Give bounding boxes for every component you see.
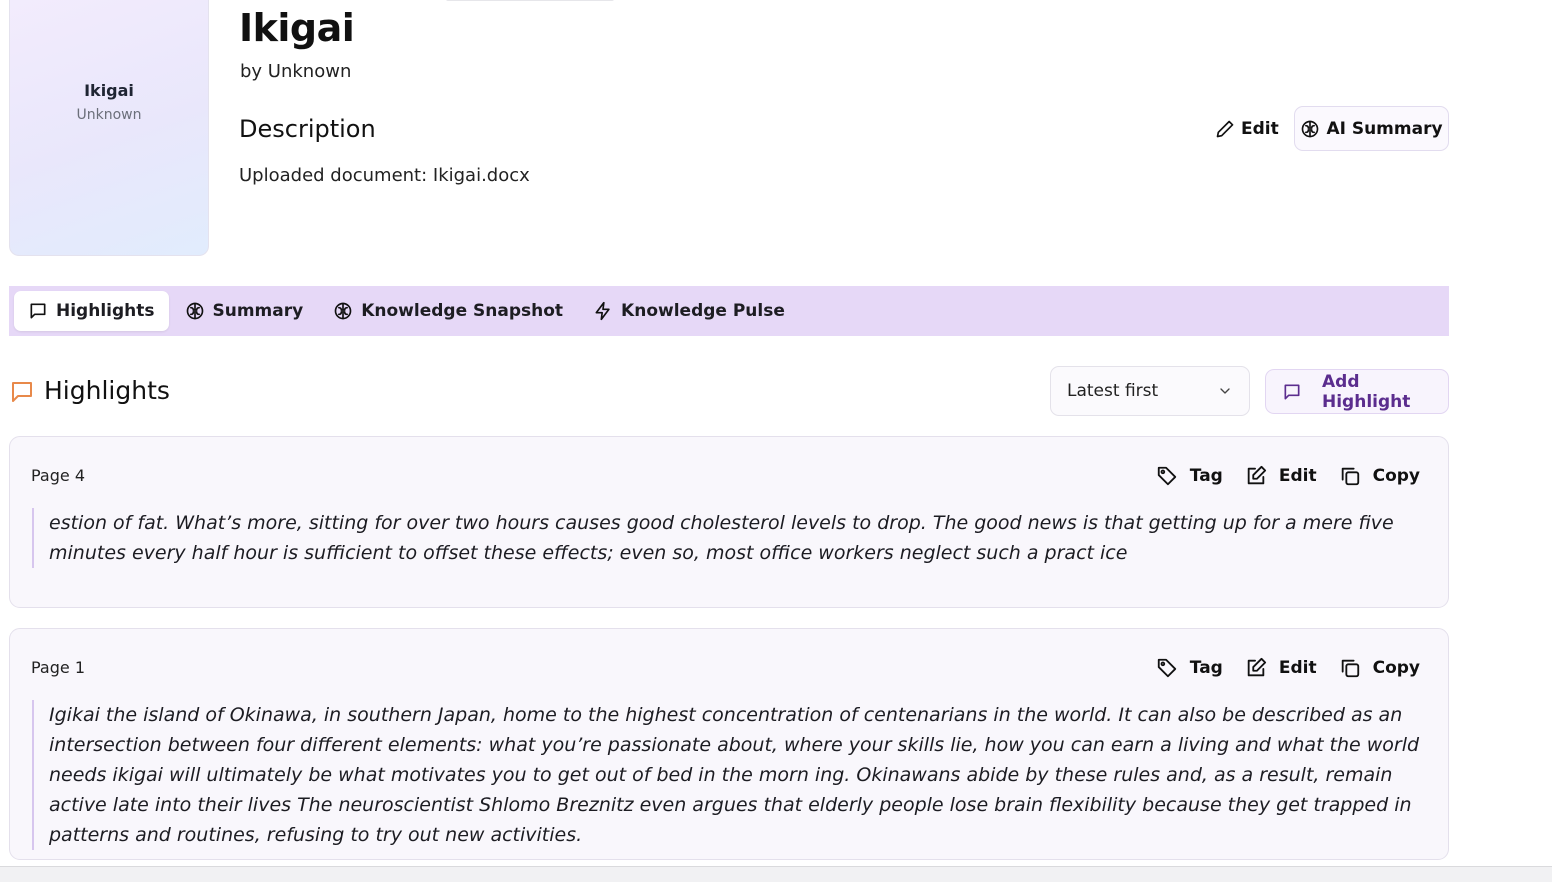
highlight-card: Page 1 Tag Edit Copy Igikai the island o… — [9, 628, 1449, 860]
sort-select-value: Latest first — [1067, 381, 1159, 401]
tag-button[interactable]: Tag — [1156, 465, 1223, 487]
highlights-section-title: Highlights — [44, 376, 170, 405]
edit-description-label: Edit — [1241, 119, 1279, 139]
message-square-icon — [10, 380, 34, 404]
highlight-page-number: Page 4 — [31, 466, 85, 485]
edit-label: Edit — [1278, 466, 1317, 486]
top-scroll-indicator — [446, 0, 614, 1]
edit-description-button[interactable]: Edit — [1205, 110, 1289, 148]
tab-knowledge-snapshot-label: Knowledge Snapshot — [361, 301, 564, 321]
brain-icon — [333, 301, 353, 321]
highlight-text: Igikai the island of Okinawa, in souther… — [32, 700, 1420, 850]
ai-summary-button[interactable]: AI Summary — [1294, 106, 1449, 151]
edit-highlight-button[interactable]: Edit — [1245, 657, 1317, 679]
tab-knowledge-pulse[interactable]: Knowledge Pulse — [579, 291, 799, 331]
highlight-actions: Tag Edit Copy — [1156, 465, 1420, 487]
copy-icon — [1339, 465, 1361, 487]
tab-highlights[interactable]: Highlights — [14, 291, 169, 331]
chevron-down-icon — [1217, 383, 1233, 399]
zap-icon — [593, 301, 613, 321]
copy-label: Copy — [1372, 466, 1420, 486]
edit-label: Edit — [1278, 658, 1317, 678]
message-square-icon — [1282, 382, 1302, 402]
tab-summary[interactable]: Summary — [171, 291, 318, 331]
tag-button[interactable]: Tag — [1156, 657, 1223, 679]
tab-highlights-label: Highlights — [56, 301, 155, 321]
sort-select[interactable]: Latest first — [1050, 366, 1250, 416]
tag-icon — [1156, 465, 1178, 487]
tab-summary-label: Summary — [212, 301, 304, 321]
brain-icon — [1300, 119, 1320, 139]
ai-summary-label: AI Summary — [1326, 118, 1443, 139]
book-author: by Unknown — [240, 61, 352, 82]
taskbar-edge — [0, 866, 1552, 882]
copy-icon — [1339, 657, 1361, 679]
copy-button[interactable]: Copy — [1339, 657, 1420, 679]
book-cover: Ikigai Unknown — [9, 0, 209, 256]
add-highlight-label: Add Highlight — [1322, 371, 1411, 412]
description-heading: Description — [239, 115, 376, 143]
tag-label: Tag — [1189, 658, 1223, 678]
brain-icon — [185, 301, 205, 321]
cover-author: Unknown — [76, 107, 142, 123]
pencil-icon — [1215, 119, 1235, 139]
edit-icon — [1245, 465, 1267, 487]
highlight-page-number: Page 1 — [31, 658, 85, 677]
book-title: Ikigai — [239, 6, 355, 50]
description-text: Uploaded document: Ikigai.docx — [239, 165, 530, 186]
tag-icon — [1156, 657, 1178, 679]
book-detail-page: Ikigai Unknown Ikigai by Unknown Descrip… — [0, 0, 1552, 882]
copy-button[interactable]: Copy — [1339, 465, 1420, 487]
highlight-text: estion of fat. What’s more, sitting for … — [32, 508, 1420, 568]
tag-label: Tag — [1189, 466, 1223, 486]
tab-knowledge-snapshot[interactable]: Knowledge Snapshot — [319, 291, 577, 331]
copy-label: Copy — [1372, 658, 1420, 678]
tab-bar: Highlights Summary Knowledge Snapshot Kn… — [9, 286, 1449, 336]
edit-icon — [1245, 657, 1267, 679]
edit-highlight-button[interactable]: Edit — [1245, 465, 1317, 487]
highlight-actions: Tag Edit Copy — [1156, 657, 1420, 679]
cover-title: Ikigai — [84, 81, 134, 100]
tab-knowledge-pulse-label: Knowledge Pulse — [621, 301, 785, 321]
add-highlight-button[interactable]: Add Highlight — [1265, 369, 1449, 414]
highlight-card: Page 4 Tag Edit Copy estion of fat. What… — [9, 436, 1449, 608]
message-square-icon — [28, 301, 48, 321]
